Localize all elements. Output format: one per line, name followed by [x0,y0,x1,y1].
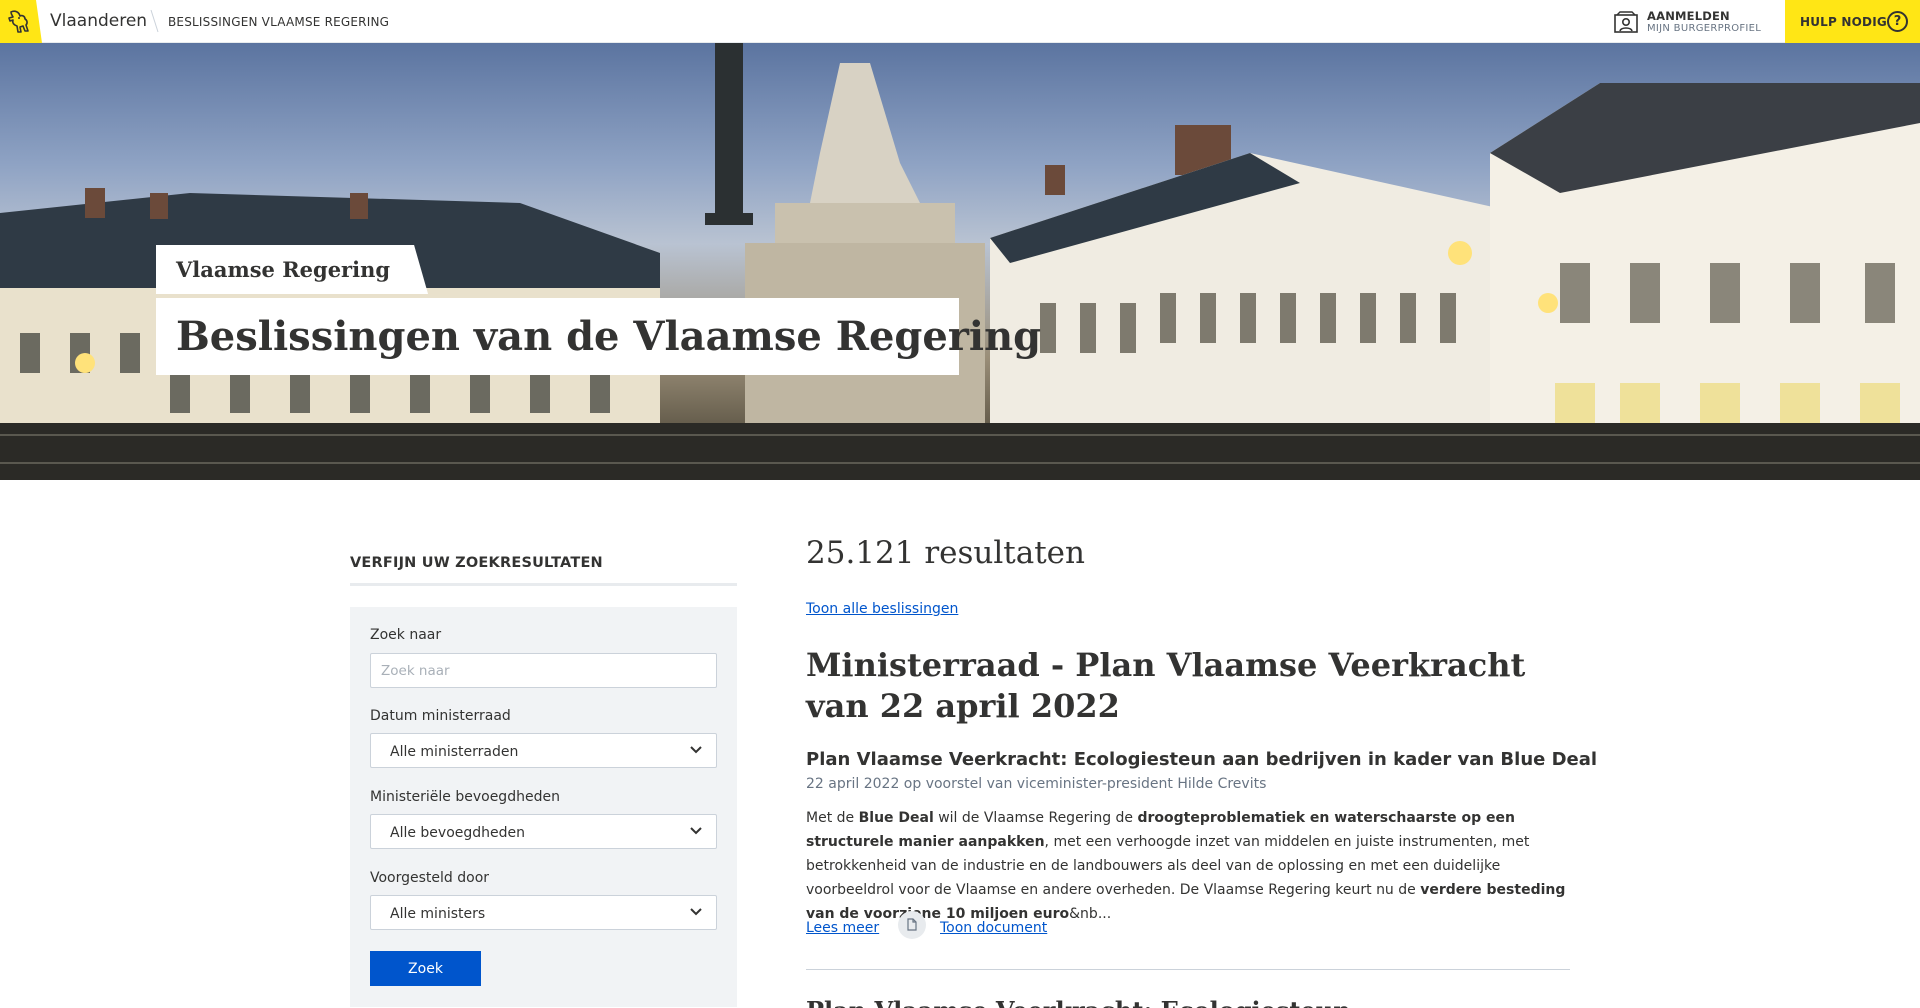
search-input[interactable] [370,653,717,688]
login-button[interactable]: AANMELDEN MIJN BURGERPROFIEL [1610,0,1790,43]
filter-heading: VERFIJN UW ZOEKRESULTATEN [350,555,603,571]
vlaanderen-logo[interactable] [0,0,42,43]
competence-select-value: Alle bevoegdheden [390,825,526,841]
meeting-group-title: Ministerraad - Plan Vlaamse Veerkracht v… [806,646,1526,725]
help-icon: ? [1887,11,1908,32]
result-title[interactable]: Plan Vlaamse Veerkracht: Ecologiesteun a… [806,749,1597,770]
chevron-down-icon [690,746,702,754]
proposed-select[interactable]: Alle ministers [370,895,717,930]
date-select-value: Alle ministerraden [390,744,519,760]
next-result-title[interactable]: Plan Vlaamse Veerkracht: Ecologiesteun a… [806,998,1406,1008]
proposed-label: Voorgesteld door [370,870,490,886]
result-excerpt: Met de Blue Deal wil de Vlaamse Regering… [806,810,1566,922]
user-profile-icon [1614,11,1638,33]
competence-select[interactable]: Alle bevoegdheden [370,814,717,849]
breadcrumb-link[interactable]: BESLISSINGEN VLAAMSE REGERING [168,15,389,29]
hero-subtitle: Vlaamse Regering [156,245,428,294]
show-document-link[interactable]: Toon document [940,920,1047,936]
read-more-link[interactable]: Lees meer [806,920,879,936]
page-title: Beslissingen van de Vlaamse Regering [156,298,1041,375]
search-label: Zoek naar [370,627,442,643]
hero-banner: Vlaamse Regering Beslissingen van de Vla… [0,43,1920,480]
date-label: Datum ministerraad [370,708,511,724]
proposed-select-value: Alle ministers [390,906,486,922]
brand-name[interactable]: Vlaanderen [50,11,147,31]
result-divider [806,969,1570,970]
chevron-down-icon [690,908,702,916]
date-select[interactable]: Alle ministerraden [370,733,717,768]
chevron-down-icon [690,827,702,835]
search-submit-button[interactable]: Zoek [370,951,481,986]
results-count: 25.121 resultaten [806,535,1085,571]
breadcrumb-separator-icon [150,9,159,33]
help-button[interactable]: HULP NODIG ? [1785,0,1920,43]
competence-label: Ministeriële bevoegdheden [370,789,560,805]
flemish-lion-icon [8,10,29,33]
document-icon [898,911,926,939]
login-label: AANMELDEN [1647,9,1730,23]
filter-heading-divider [350,583,737,586]
login-sublabel: MIJN BURGERPROFIEL [1647,23,1762,34]
show-all-decisions-link[interactable]: Toon alle beslissingen [806,601,958,617]
result-meta: 22 april 2022 op voorstel van viceminist… [806,776,1267,792]
global-header: Vlaanderen BESLISSINGEN VLAAMSE REGERING… [0,0,1920,43]
help-label: HULP NODIG [1800,15,1887,29]
